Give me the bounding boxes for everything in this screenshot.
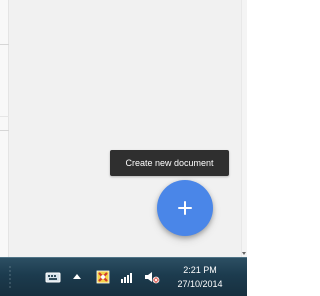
show-hidden-icons-arrow[interactable] xyxy=(73,274,81,279)
left-panel-divider xyxy=(0,44,9,45)
plus-icon xyxy=(178,201,192,215)
left-panel-divider xyxy=(0,130,9,131)
vertical-scrollbar[interactable] xyxy=(241,0,247,257)
document-area: Create new document xyxy=(0,0,247,257)
volume-muted-icon[interactable] xyxy=(143,268,161,286)
windows-taskbar: 2:21 PM 27/10/2014 xyxy=(0,257,247,296)
clock-time: 2:21 PM xyxy=(183,265,217,275)
clock-date: 27/10/2014 xyxy=(177,279,223,289)
taskbar-grip[interactable] xyxy=(8,265,12,290)
security-alert-icon[interactable] xyxy=(94,268,112,286)
scroll-down-arrow[interactable] xyxy=(242,252,246,255)
create-new-document-button[interactable] xyxy=(157,180,213,236)
keyboard-icon[interactable] xyxy=(44,268,62,286)
left-panel-divider xyxy=(0,116,9,117)
create-document-tooltip: Create new document xyxy=(110,150,229,176)
left-panel-edge xyxy=(0,0,9,257)
network-signal-icon[interactable] xyxy=(118,268,136,286)
system-clock[interactable]: 2:21 PM 27/10/2014 xyxy=(166,262,234,293)
